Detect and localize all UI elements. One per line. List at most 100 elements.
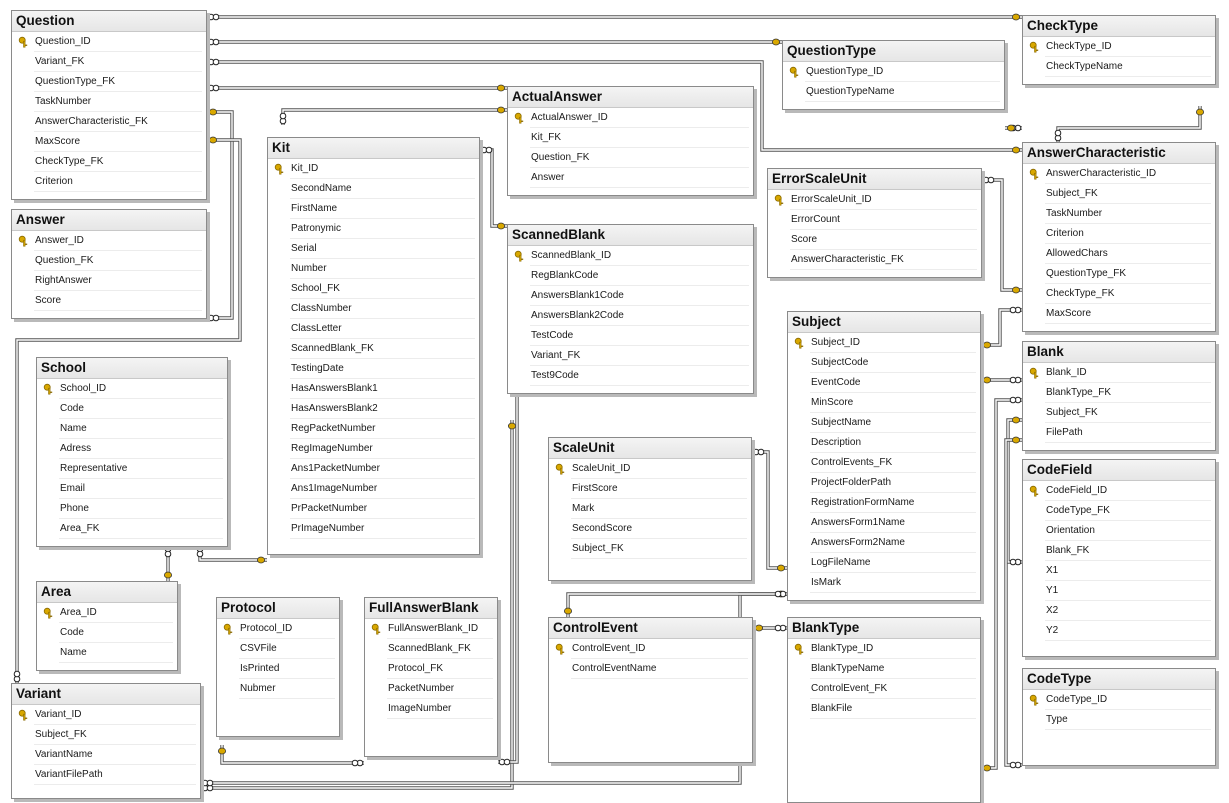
column-row[interactable]: RegImageNumber [268, 439, 479, 459]
table-title[interactable]: BlankType [788, 618, 980, 639]
column-row[interactable]: ControlEventName [549, 659, 752, 679]
table-title[interactable]: AnswerCharacteristic [1023, 143, 1215, 164]
table-fullanswerblank[interactable]: FullAnswerBlank FullAnswerBlank_ID Scanned… [364, 597, 498, 757]
relationship-question-checktype[interactable] [207, 13, 1022, 21]
column-row[interactable]: AnswersForm2Name [788, 533, 980, 553]
table-blank[interactable]: Blank Blank_ID BlankType_FK Subject_FK FileP… [1022, 341, 1216, 451]
column-row[interactable]: Criterion [12, 172, 206, 192]
column-row[interactable]: Adress [37, 439, 227, 459]
table-school[interactable]: School School_ID Code Name Adress Representat… [36, 357, 228, 547]
table-questiontype[interactable]: QuestionType QuestionType_ID QuestionTypeN… [782, 40, 1005, 110]
column-row[interactable]: Subject_ID [788, 333, 980, 353]
column-row[interactable]: TaskNumber [12, 92, 206, 112]
table-title[interactable]: School [37, 358, 227, 379]
column-row[interactable]: AnswersBlank1Code [508, 286, 753, 306]
column-row[interactable]: SubjectCode [788, 353, 980, 373]
column-row[interactable]: Ans1PacketNumber [268, 459, 479, 479]
column-row[interactable]: AnswersBlank2Code [508, 306, 753, 326]
table-protocol[interactable]: Protocol Protocol_ID CSVFile IsPrinted Nubme… [216, 597, 340, 737]
table-area[interactable]: Area Area_ID Code Name [36, 581, 178, 671]
column-row[interactable]: CheckType_FK [1023, 284, 1215, 304]
relationship-subject-controlevent[interactable] [564, 590, 787, 617]
relationship-kit-scannedblank[interactable] [480, 146, 507, 230]
column-row[interactable]: Answer_ID [12, 231, 206, 251]
column-row[interactable]: RegPacketNumber [268, 419, 479, 439]
column-row[interactable]: LogFileName [788, 553, 980, 573]
table-title[interactable]: ScaleUnit [549, 438, 751, 459]
column-row[interactable]: Phone [37, 499, 227, 519]
column-row[interactable]: Answer [508, 168, 753, 188]
column-row[interactable]: Mark [549, 499, 751, 519]
column-row[interactable]: FirstName [268, 199, 479, 219]
table-title[interactable]: FullAnswerBlank [365, 598, 497, 619]
table-checktype[interactable]: CheckType CheckType_ID CheckTypeName [1022, 15, 1216, 85]
column-row[interactable]: HasAnswersBlank1 [268, 379, 479, 399]
column-row[interactable]: Name [37, 419, 227, 439]
column-row[interactable]: SubjectName [788, 413, 980, 433]
column-row[interactable]: BlankType_ID [788, 639, 980, 659]
column-row[interactable]: QuestionType_ID [783, 62, 1004, 82]
column-row[interactable]: Variant_FK [508, 346, 753, 366]
column-row[interactable]: ScannedBlank_FK [268, 339, 479, 359]
column-row[interactable]: Protocol_ID [217, 619, 339, 639]
table-title[interactable]: Protocol [217, 598, 339, 619]
column-row[interactable]: Score [768, 230, 981, 250]
column-row[interactable]: BlankType_FK [1023, 383, 1215, 403]
relationship-kit-actualanswer[interactable] [279, 106, 507, 125]
table-codetype[interactable]: CodeType CodeType_ID Type [1022, 668, 1216, 766]
column-row[interactable]: Orientation [1023, 521, 1215, 541]
table-answercharacteristic[interactable]: AnswerCharacteristic AnswerCharacteristic… [1022, 142, 1216, 332]
column-row[interactable]: PrImageNumber [268, 519, 479, 539]
column-row[interactable]: SecondScore [549, 519, 751, 539]
column-row[interactable]: X2 [1023, 601, 1215, 621]
column-row[interactable]: ClassLetter [268, 319, 479, 339]
column-row[interactable]: Variant_ID [12, 705, 200, 725]
table-title[interactable]: Area [37, 582, 177, 603]
column-row[interactable]: ClassNumber [268, 299, 479, 319]
column-row[interactable]: Subject_FK [12, 725, 200, 745]
table-codefield[interactable]: CodeField CodeField_ID CodeType_FK Orientat… [1022, 459, 1216, 657]
column-row[interactable]: TestingDate [268, 359, 479, 379]
column-row[interactable]: Area_FK [37, 519, 227, 539]
column-row[interactable]: MinScore [788, 393, 980, 413]
relationship-blank-subject[interactable] [981, 376, 1022, 384]
column-row[interactable]: ErrorScaleUnit_ID [768, 190, 981, 210]
table-title[interactable]: Variant [12, 684, 200, 705]
table-controlevent[interactable]: ControlEvent ControlEvent_ID ControlEventN… [548, 617, 753, 763]
relationship-blank-blanktype[interactable] [981, 396, 1022, 772]
column-row[interactable]: MaxScore [1023, 304, 1215, 324]
table-variant[interactable]: Variant Variant_ID Subject_FK VariantName Va… [11, 683, 201, 799]
column-row[interactable]: CodeField_ID [1023, 481, 1215, 501]
table-kit[interactable]: Kit Kit_ID SecondName FirstName Patronymic Se… [267, 137, 480, 555]
column-row[interactable]: FilePath [1023, 423, 1215, 443]
relationship-fullanswerblank-protocol[interactable] [217, 745, 364, 767]
column-row[interactable]: ImageNumber [365, 699, 497, 719]
column-row[interactable]: PrPacketNumber [268, 499, 479, 519]
column-row[interactable]: Nubmer [217, 679, 339, 699]
column-row[interactable]: CSVFile [217, 639, 339, 659]
relationship-answercharacteristic-checktype[interactable] [1054, 106, 1205, 142]
column-row[interactable]: Ans1ImageNumber [268, 479, 479, 499]
table-title[interactable]: Subject [788, 312, 980, 333]
column-row[interactable]: Patronymic [268, 219, 479, 239]
column-row[interactable]: CheckType_FK [12, 152, 206, 172]
column-row[interactable]: AnswerCharacteristic_ID [1023, 164, 1215, 184]
column-row[interactable]: Subject_FK [1023, 184, 1215, 204]
column-row[interactable]: Area_ID [37, 603, 177, 623]
column-row[interactable]: TestCode [508, 326, 753, 346]
column-row[interactable]: Code [37, 623, 177, 643]
table-title[interactable]: Question [12, 11, 206, 32]
column-row[interactable]: RegistrationFormName [788, 493, 980, 513]
table-title[interactable]: ScannedBlank [508, 225, 753, 246]
table-title[interactable]: Answer [12, 210, 206, 231]
relationship-kit-school[interactable] [196, 545, 267, 564]
column-row[interactable]: HasAnswersBlank2 [268, 399, 479, 419]
column-row[interactable]: VariantName [12, 745, 200, 765]
column-row[interactable]: AllowedChars [1023, 244, 1215, 264]
column-row[interactable]: ProjectFolderPath [788, 473, 980, 493]
column-row[interactable]: ErrorCount [768, 210, 981, 230]
relationship-question-questiontype[interactable] [207, 38, 782, 46]
table-title[interactable]: Kit [268, 138, 479, 159]
table-title[interactable]: CheckType [1023, 16, 1215, 37]
column-row[interactable]: Protocol_FK [365, 659, 497, 679]
